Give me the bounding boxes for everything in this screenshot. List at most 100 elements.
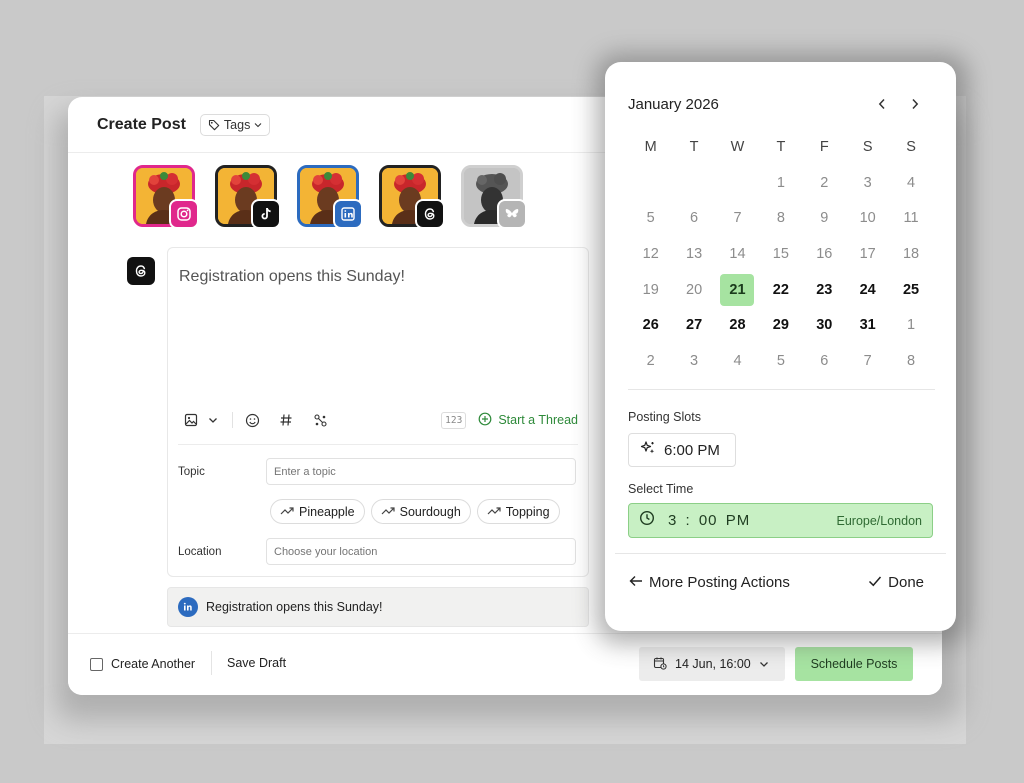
calendar-day[interactable]: 27 [672, 307, 715, 343]
linkedin-icon [178, 597, 198, 617]
weekday-header: T [689, 138, 699, 155]
calendar-day[interactable]: 5 [759, 343, 802, 379]
calendar-day[interactable]: 4 [716, 343, 759, 379]
chevron-down-icon[interactable] [202, 409, 224, 431]
schedule-date-button[interactable]: 14 Jun, 16:00 [639, 647, 785, 681]
chevron-left-icon[interactable] [873, 95, 891, 113]
account-avatar-threads[interactable] [379, 165, 445, 229]
topic-input[interactable] [266, 458, 576, 485]
calendar-day[interactable]: 7 [716, 200, 759, 236]
calendar-day[interactable]: 2 [629, 343, 672, 379]
calendar-day[interactable]: 14 [716, 236, 759, 272]
calendar-day[interactable]: 19 [629, 272, 672, 308]
done-button[interactable]: Done [868, 574, 924, 591]
calendar-day[interactable]: 10 [846, 200, 889, 236]
weekday-header: S [862, 138, 873, 155]
weekday-header: F [819, 138, 829, 155]
calendar-day[interactable]: 9 [803, 200, 846, 236]
chevron-right-icon[interactable] [906, 95, 924, 113]
calendar-day[interactable]: 20 [672, 272, 715, 308]
calendar-day-selected[interactable]: 21 [716, 272, 759, 308]
topic-chip-label: Pineapple [299, 504, 355, 519]
calendar-day[interactable]: 17 [846, 236, 889, 272]
calendar-day[interactable]: 13 [672, 236, 715, 272]
create-another-option[interactable]: Create Another [90, 657, 195, 671]
posting-slot-button[interactable]: 6:00 PM [628, 433, 736, 467]
tags-label: Tags [223, 117, 251, 132]
save-draft-button[interactable]: Save Draft [227, 656, 286, 670]
mention-icon[interactable] [309, 409, 331, 431]
calendar-day[interactable]: 6 [672, 200, 715, 236]
calendar-day[interactable]: 8 [759, 200, 802, 236]
calendar-day[interactable]: 1 [759, 165, 802, 201]
timezone-label[interactable]: Europe/London [837, 514, 923, 528]
calendar-blank-cell [672, 165, 715, 201]
tiktok-icon [251, 199, 281, 229]
account-avatar-instagram[interactable] [133, 165, 199, 229]
topic-chip-label: Sourdough [399, 504, 461, 519]
account-avatar-linkedin[interactable] [297, 165, 363, 229]
start-thread-button[interactable]: Start a Thread [478, 412, 578, 429]
calendar-day[interactable]: 24 [846, 272, 889, 308]
more-posting-actions-label: More Posting Actions [649, 574, 790, 591]
hashtag-icon[interactable] [275, 409, 297, 431]
image-icon[interactable] [180, 409, 202, 431]
post-editor: Registration opens this Sunday! 123 Star… [167, 247, 589, 577]
calendar-day[interactable]: 2 [803, 165, 846, 201]
calendar-day[interactable]: 28 [716, 307, 759, 343]
schedule-date-value: 14 Jun, 16:00 [675, 657, 751, 671]
account-avatar-bluesky[interactable] [461, 165, 527, 229]
topic-chip[interactable]: Sourdough [370, 499, 471, 524]
weekday-header: W [730, 138, 745, 155]
topic-label: Topic [178, 466, 205, 478]
calendar-divider [615, 553, 946, 554]
sparkles-icon [640, 440, 656, 460]
chevron-down-icon [254, 122, 262, 128]
date-picker-popover: January 2026 M T W T F S S 1 2 3 4 5 6 7 8 9 10 11 12 13 14 1… [605, 62, 956, 631]
calendar-day[interactable]: 12 [629, 236, 672, 272]
toolbar-divider [232, 412, 233, 428]
more-posting-actions-button[interactable]: More Posting Actions [629, 574, 790, 591]
topic-suggestions: Pineapple Sourdough Topping [270, 499, 560, 524]
post-text-input[interactable]: Registration opens this Sunday! [179, 268, 405, 286]
calendar-day[interactable]: 16 [803, 236, 846, 272]
calendar-day[interactable]: 4 [889, 165, 932, 201]
calendar-day[interactable]: 31 [846, 307, 889, 343]
location-input[interactable] [266, 538, 576, 565]
plus-circle-icon [478, 412, 492, 429]
linkedin-preview-text: Registration opens this Sunday! [206, 600, 383, 614]
topic-chip[interactable]: Pineapple [270, 499, 365, 524]
time-value: 3 : 00 PM [668, 512, 751, 529]
arrow-left-icon [629, 574, 643, 591]
done-label: Done [888, 574, 924, 591]
create-another-checkbox[interactable] [90, 657, 103, 671]
calendar-blank-cell [716, 165, 759, 201]
calendar-day[interactable]: 23 [803, 272, 846, 308]
calendar-day[interactable]: 26 [629, 307, 672, 343]
calendar-day[interactable]: 22 [759, 272, 802, 308]
calendar-day[interactable]: 29 [759, 307, 802, 343]
emoji-icon[interactable] [241, 409, 263, 431]
calendar-day[interactable]: 6 [803, 343, 846, 379]
calendar-day[interactable]: 15 [759, 236, 802, 272]
calendar-day[interactable]: 8 [889, 343, 932, 379]
schedule-posts-button[interactable]: Schedule Posts [795, 647, 913, 681]
tags-button[interactable]: Tags [199, 113, 271, 136]
weekday-header: S [906, 138, 916, 155]
calendar-day[interactable]: 5 [629, 200, 672, 236]
footer-divider [211, 651, 212, 675]
calendar-day[interactable]: 1 [889, 307, 932, 343]
page-title: Create Post [97, 115, 186, 133]
calendar-day[interactable]: 30 [803, 307, 846, 343]
calendar-day[interactable]: 7 [846, 343, 889, 379]
topic-chip[interactable]: Topping [476, 499, 560, 524]
calendar-day[interactable]: 11 [889, 200, 932, 236]
calendar-day[interactable]: 3 [672, 343, 715, 379]
linkedin-preview-row[interactable]: Registration opens this Sunday! [167, 587, 589, 627]
trending-up-icon [487, 505, 501, 519]
time-picker[interactable]: 3 : 00 PM Europe/London [628, 503, 933, 538]
calendar-day[interactable]: 3 [846, 165, 889, 201]
calendar-day[interactable]: 18 [889, 236, 932, 272]
account-avatar-tiktok[interactable] [215, 165, 281, 229]
calendar-day[interactable]: 25 [889, 272, 932, 308]
